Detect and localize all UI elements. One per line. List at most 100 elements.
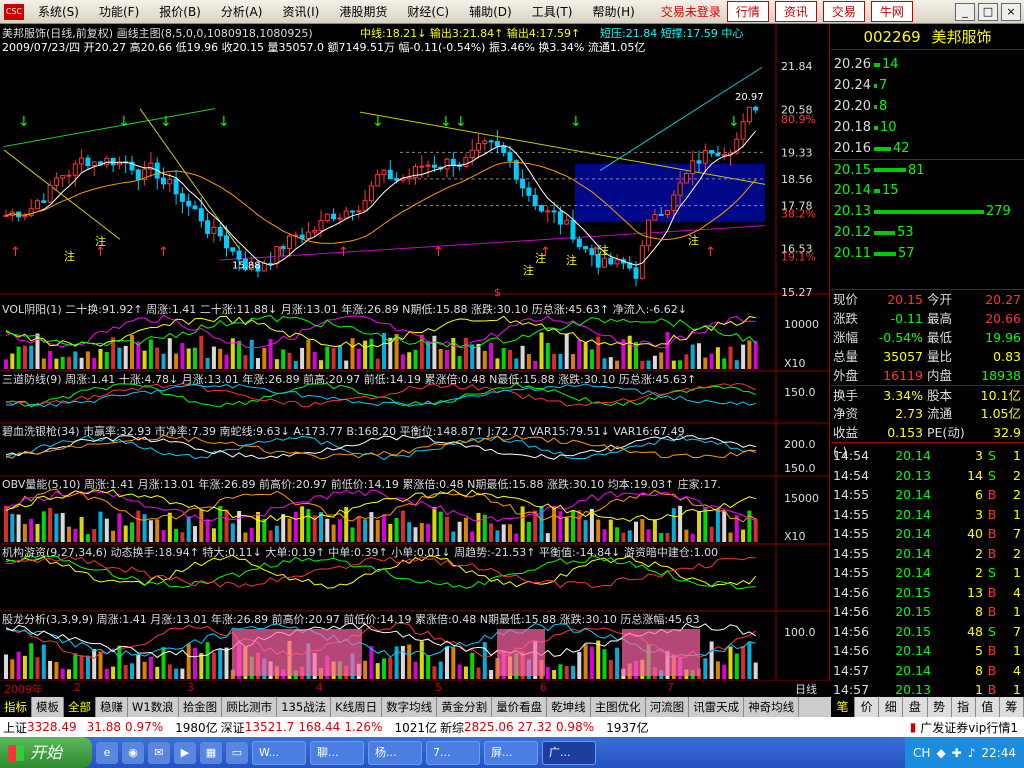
tick-row[interactable]: 14:57 20.14 8 B 4 <box>831 661 1024 681</box>
indicator-bar <box>142 661 147 679</box>
tab-indicator[interactable]: 指标 <box>0 697 32 717</box>
menu-system[interactable]: 系统(S) <box>28 3 89 20</box>
tab-all[interactable]: 全部 <box>64 697 96 717</box>
minimize-icon[interactable]: _ <box>955 2 975 21</box>
firefox-icon[interactable]: ◉ <box>122 741 144 764</box>
tab-xunlei[interactable]: 讯雷天成 <box>689 697 745 717</box>
menu-finance[interactable]: 财经(C) <box>397 3 459 20</box>
tab-kline-week[interactable]: K线周日 <box>331 697 383 717</box>
tab-main-opt[interactable]: 主图优化 <box>591 697 646 717</box>
tab-quotes[interactable]: 行情 <box>726 1 769 22</box>
tab-volprice[interactable]: 量价看盘 <box>492 697 548 717</box>
tray-icon[interactable]: ◆ <box>936 746 945 760</box>
tick-row[interactable]: 14:55 20.14 2 B 2 <box>831 544 1024 564</box>
candle-body <box>513 160 519 180</box>
tab-xi[interactable]: 细 <box>879 697 904 717</box>
menu-help[interactable]: 帮助(H) <box>582 3 644 20</box>
tab-135[interactable]: 135战法 <box>277 697 332 717</box>
tab-w1[interactable]: W1数浪 <box>128 697 179 717</box>
menu-function[interactable]: 功能(F) <box>89 3 149 20</box>
tab-wenzhuan[interactable]: 稳赚 <box>96 697 128 717</box>
menu-assist[interactable]: 辅助(D) <box>459 3 522 20</box>
tick-row[interactable]: 14:56 20.14 5 B 1 <box>831 641 1024 661</box>
tick-row[interactable]: 14:56 20.15 8 B 1 <box>831 602 1024 622</box>
tab-gubi[interactable]: 顾比测市 <box>222 697 278 717</box>
tab-jia[interactable]: 价 <box>855 697 880 717</box>
tab-pan[interactable]: 盘 <box>903 697 928 717</box>
tab-shenqi[interactable]: 神奇均线 <box>744 697 800 717</box>
indicator-bar <box>54 661 59 679</box>
start-button[interactable]: 开始 <box>0 737 92 768</box>
quote-value: 35057 <box>883 349 923 364</box>
tab-qiankun[interactable]: 乾坤线 <box>547 697 591 717</box>
clock[interactable]: 22:44 <box>981 746 1016 760</box>
candle-body <box>261 262 267 272</box>
task-chat[interactable]: 聊... <box>310 740 364 765</box>
orderbook-row[interactable]: 20.18 10 <box>831 117 1024 138</box>
tab-news[interactable]: 资讯 <box>774 1 817 22</box>
tick-row[interactable]: 14:55 20.14 6 B 2 <box>831 485 1024 505</box>
tab-shi[interactable]: 势 <box>928 697 952 717</box>
restore-icon[interactable]: □ <box>978 2 998 21</box>
indicator-bar <box>98 511 103 542</box>
folder-icon[interactable]: ▭ <box>226 741 248 764</box>
ie-icon[interactable]: e <box>96 741 118 764</box>
close-icon[interactable]: × <box>1001 2 1021 21</box>
indicator-bar <box>67 526 71 542</box>
tab-niuwang[interactable]: 牛网 <box>870 1 913 22</box>
trade-login-status[interactable]: 交易未登录 <box>661 3 721 20</box>
tab-zhi[interactable]: 指 <box>952 697 976 717</box>
tab-golden[interactable]: 黄金分割 <box>437 697 493 717</box>
menu-analysis[interactable]: 分析(A) <box>211 3 273 20</box>
tab-shijin[interactable]: 拾金图 <box>179 697 223 717</box>
indicator-bar <box>262 518 267 542</box>
orderbook-row[interactable]: 20.14 15 <box>831 180 1024 201</box>
orderbook-row[interactable]: 20.15 81 <box>831 159 1024 180</box>
orderbook-row[interactable]: 20.20 8 <box>831 96 1024 117</box>
media-icon[interactable]: ▶ <box>174 741 196 764</box>
menu-tools[interactable]: 工具(T) <box>522 3 583 20</box>
orderbook-row[interactable]: 20.16 42 <box>831 138 1024 159</box>
task-word[interactable]: W... <box>252 740 306 765</box>
task-guangfa[interactable]: 广... <box>542 740 596 765</box>
tab-bi[interactable]: 笔 <box>831 697 856 717</box>
indicator-bar <box>130 663 134 679</box>
tick-row[interactable]: 14:56 20.15 48 S 7 <box>831 622 1024 642</box>
quote-value: 20.15 <box>887 292 923 307</box>
tick-row[interactable]: 14:55 20.14 3 B 1 <box>831 505 1024 525</box>
tick-row[interactable]: 14:56 20.15 13 B 4 <box>831 583 1024 603</box>
server-name[interactable]: 广发证券vip行情1 <box>920 719 1018 736</box>
tab-trade[interactable]: 交易 <box>822 1 865 22</box>
orderbook-row[interactable]: 20.26 14 <box>831 54 1024 75</box>
tick-row[interactable]: 14:54 20.13 14 S 2 <box>831 466 1024 486</box>
menu-hk-futures[interactable]: 港股期货 <box>329 3 397 20</box>
tab-digital-ma[interactable]: 数字均线 <box>382 697 438 717</box>
task-yang[interactable]: 杨... <box>368 740 422 765</box>
indicator-bar <box>589 349 594 369</box>
mail-icon[interactable]: ✉ <box>148 741 170 764</box>
tab-value[interactable]: 值 <box>976 697 1000 717</box>
task-screen[interactable]: 屏... <box>484 740 538 765</box>
orderbook-row[interactable]: 20.11 57 <box>831 243 1024 264</box>
task-folder-7[interactable]: 7... <box>426 740 480 765</box>
menu-quote[interactable]: 报价(B) <box>149 3 211 20</box>
quote-label: 最低 <box>927 330 953 345</box>
input-lang[interactable]: CH <box>913 746 930 760</box>
tick-row[interactable]: 14:55 20.14 40 B 7 <box>831 524 1024 544</box>
menu-info[interactable]: 资讯(I) <box>272 3 329 20</box>
desktop-icon[interactable]: ▦ <box>200 741 222 764</box>
orderbook-row[interactable]: 20.24 7 <box>831 75 1024 96</box>
orderbook-row[interactable]: 20.13 279 <box>831 201 1024 222</box>
note-label: 注 <box>523 263 534 277</box>
indicator-bar <box>161 647 166 679</box>
tab-chou[interactable]: 筹 <box>1000 697 1024 717</box>
tray-icon[interactable]: ✚ <box>952 746 962 760</box>
tab-template[interactable]: 模板 <box>32 697 64 717</box>
tray-icon[interactable]: ♪ <box>968 746 976 760</box>
tick-row[interactable]: 14:54 20.14 3 S 1 <box>831 446 1024 466</box>
tab-river[interactable]: 河流图 <box>646 697 690 717</box>
orderbook-row[interactable]: 20.12 53 <box>831 222 1024 243</box>
indicator-bar <box>678 505 683 542</box>
tick-row[interactable]: 14:55 20.14 2 S 1 <box>831 563 1024 583</box>
chart-area[interactable]: ↓ ↓ ↓ ↓ ↓ ↓ ↓ ↓ ↓ ↑ ↑ ↑ ↑ ↑ ↑ ↑ ↑ ↑ 21.84 20.58 80.9% 19.33 18… <box>0 24 830 681</box>
